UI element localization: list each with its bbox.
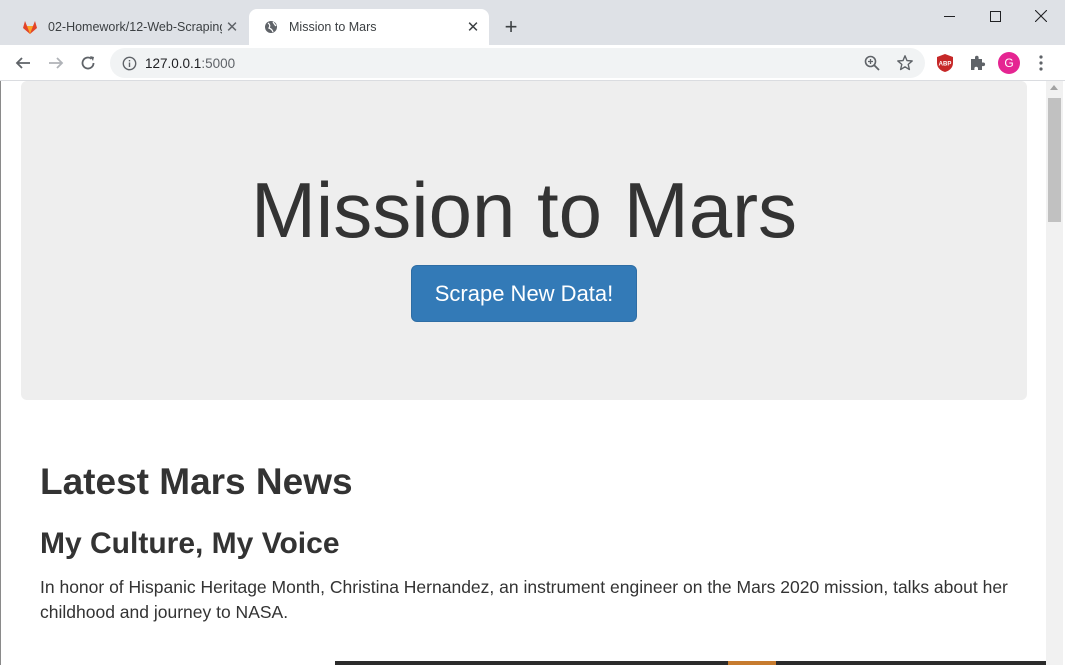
url-host: 127.0.0.1 bbox=[145, 55, 202, 71]
tab-mission-to-mars[interactable]: Mission to Mars ✕ bbox=[249, 9, 489, 45]
forward-arrow-icon[interactable] bbox=[42, 49, 70, 77]
address-bar[interactable]: 127.0.0.1:5000 bbox=[110, 48, 925, 78]
close-tab-icon[interactable]: ✕ bbox=[222, 17, 242, 37]
maximize-button[interactable] bbox=[972, 0, 1018, 32]
close-tab-icon[interactable]: ✕ bbox=[463, 17, 483, 37]
url-port: :5000 bbox=[201, 55, 236, 71]
reload-icon[interactable] bbox=[74, 49, 102, 77]
news-section-heading: Latest Mars News bbox=[40, 461, 353, 502]
scroll-up-arrow-icon[interactable] bbox=[1050, 85, 1058, 90]
back-arrow-icon[interactable] bbox=[9, 49, 37, 77]
page-viewport: Mission to Mars Scrape New Data! Latest … bbox=[1, 81, 1046, 665]
minimize-button[interactable] bbox=[926, 0, 972, 32]
gitlab-icon bbox=[22, 19, 38, 35]
jumbotron: Mission to Mars Scrape New Data! bbox=[21, 81, 1027, 400]
browser-menu-icon[interactable] bbox=[1031, 51, 1051, 75]
scrape-button[interactable]: Scrape New Data! bbox=[411, 265, 637, 322]
adblock-extension-icon[interactable]: ABP bbox=[935, 53, 955, 73]
page-title: Mission to Mars bbox=[250, 166, 798, 254]
zoom-icon[interactable] bbox=[863, 54, 881, 72]
info-icon[interactable] bbox=[121, 55, 137, 71]
url-text: 127.0.0.1:5000 bbox=[145, 56, 235, 71]
globe-icon bbox=[263, 19, 279, 35]
scroll-thumb[interactable] bbox=[1048, 98, 1061, 222]
extensions-puzzle-icon[interactable] bbox=[967, 53, 987, 73]
vertical-scrollbar[interactable] bbox=[1046, 81, 1063, 665]
profile-avatar[interactable]: G bbox=[998, 52, 1020, 74]
news-paragraph: In honor of Hispanic Heritage Month, Chr… bbox=[40, 577, 1008, 622]
news-title: My Culture, My Voice bbox=[40, 527, 340, 560]
bookmark-star-icon[interactable] bbox=[896, 54, 914, 72]
new-tab-button[interactable]: + bbox=[499, 14, 523, 39]
taskbar-highlight bbox=[728, 661, 776, 665]
svg-text:ABP: ABP bbox=[939, 62, 952, 68]
tab-gitlab[interactable]: 02-Homework/12-Web-Scraping ✕ bbox=[8, 9, 248, 45]
tab-strip: 02-Homework/12-Web-Scraping ✕ Mission to… bbox=[0, 0, 1065, 45]
tab-title: Mission to Mars bbox=[289, 20, 377, 34]
taskbar-strip bbox=[335, 661, 1046, 665]
close-window-button[interactable] bbox=[1018, 0, 1064, 32]
tab-title: 02-Homework/12-Web-Scraping bbox=[48, 20, 222, 34]
browser-toolbar: 127.0.0.1:5000 ABP G bbox=[0, 45, 1065, 81]
